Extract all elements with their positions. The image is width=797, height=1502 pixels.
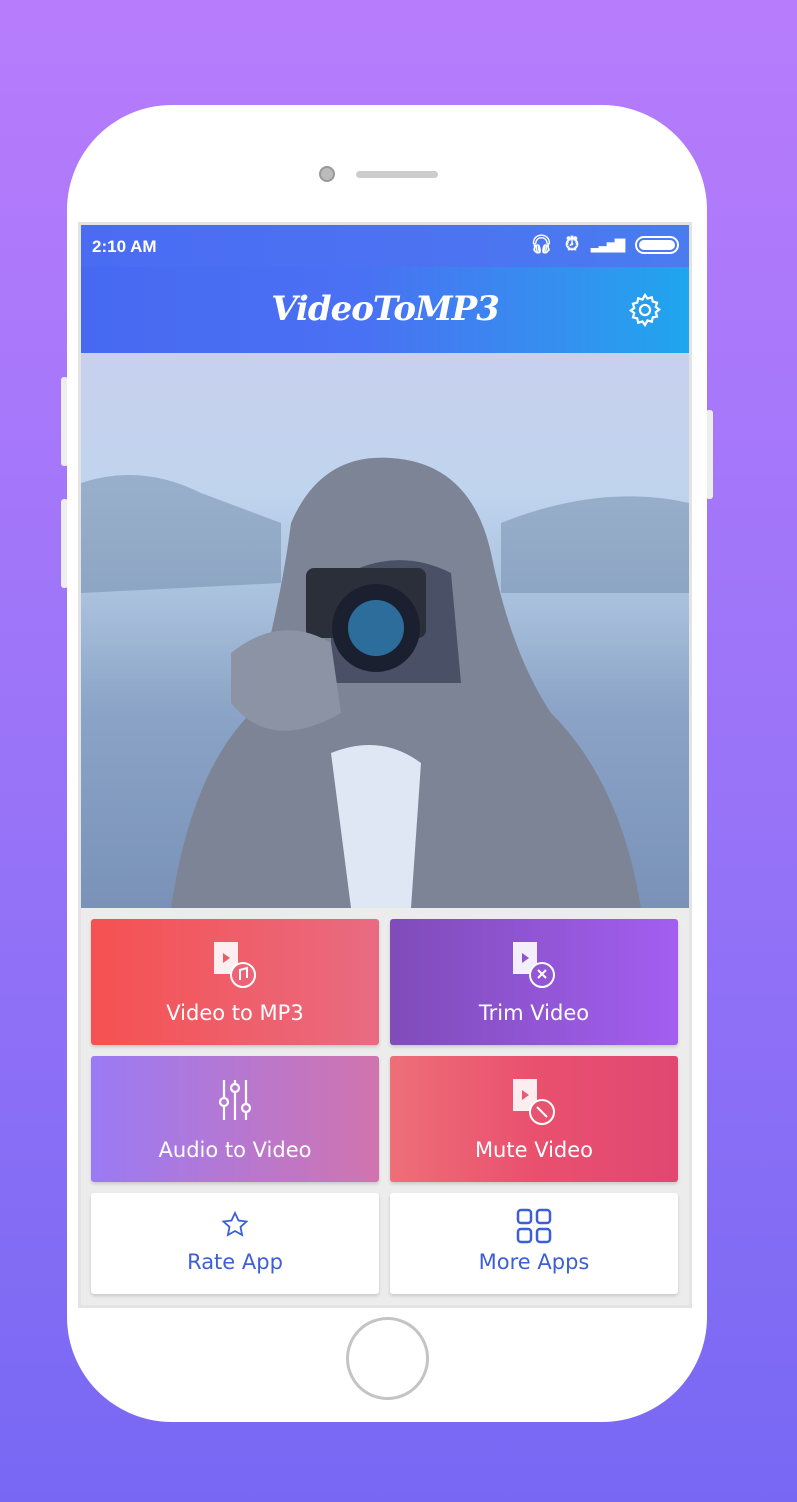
video-to-mp3-button[interactable]: Video to MP3	[91, 919, 379, 1045]
app-header: VideoToMP3	[81, 267, 689, 353]
gear-icon[interactable]	[626, 291, 664, 329]
audio-to-video-button[interactable]: Audio to Video	[91, 1056, 379, 1182]
grid-icon	[516, 1208, 552, 1244]
trim-video-button[interactable]: Trim Video	[390, 919, 678, 1045]
home-button[interactable]	[346, 1317, 429, 1400]
photo-illustration	[81, 457, 689, 908]
tile-label: More Apps	[478, 1250, 590, 1274]
tile-label: Audio to Video	[158, 1138, 312, 1162]
app-screen: 2:10 AM 🎧︎ ⏰︎ ▂▃▅▇ VideoToMP3 Video to M…	[78, 222, 692, 1308]
video-mute-icon	[513, 1079, 555, 1125]
tile-label: Trim Video	[478, 1001, 590, 1025]
signal-icon: ▂▃▅▇	[591, 236, 625, 252]
star-icon	[221, 1210, 249, 1237]
battery-icon	[635, 235, 679, 254]
hero-image	[81, 353, 689, 908]
front-camera	[319, 166, 335, 182]
video-scissors-icon	[513, 942, 555, 988]
tile-label: Mute Video	[474, 1138, 594, 1162]
more-apps-button[interactable]: More Apps	[390, 1193, 678, 1294]
status-time: 2:10 AM	[92, 237, 157, 256]
tile-label: Rate App	[187, 1250, 283, 1274]
speaker	[356, 171, 438, 178]
tile-label: Video to MP3	[166, 1001, 304, 1025]
power-button	[706, 410, 713, 499]
video-music-icon	[214, 942, 256, 988]
status-bar: 2:10 AM 🎧︎ ⏰︎ ▂▃▅▇	[81, 225, 689, 267]
alarm-icon: ⏰︎	[564, 234, 579, 254]
rate-app-button[interactable]: Rate App	[91, 1193, 379, 1294]
app-logo: VideoToMP3	[271, 289, 500, 329]
mute-video-button[interactable]: Mute Video	[390, 1056, 678, 1182]
sliders-icon	[218, 1080, 252, 1120]
headphones-icon: 🎧︎	[530, 234, 553, 254]
